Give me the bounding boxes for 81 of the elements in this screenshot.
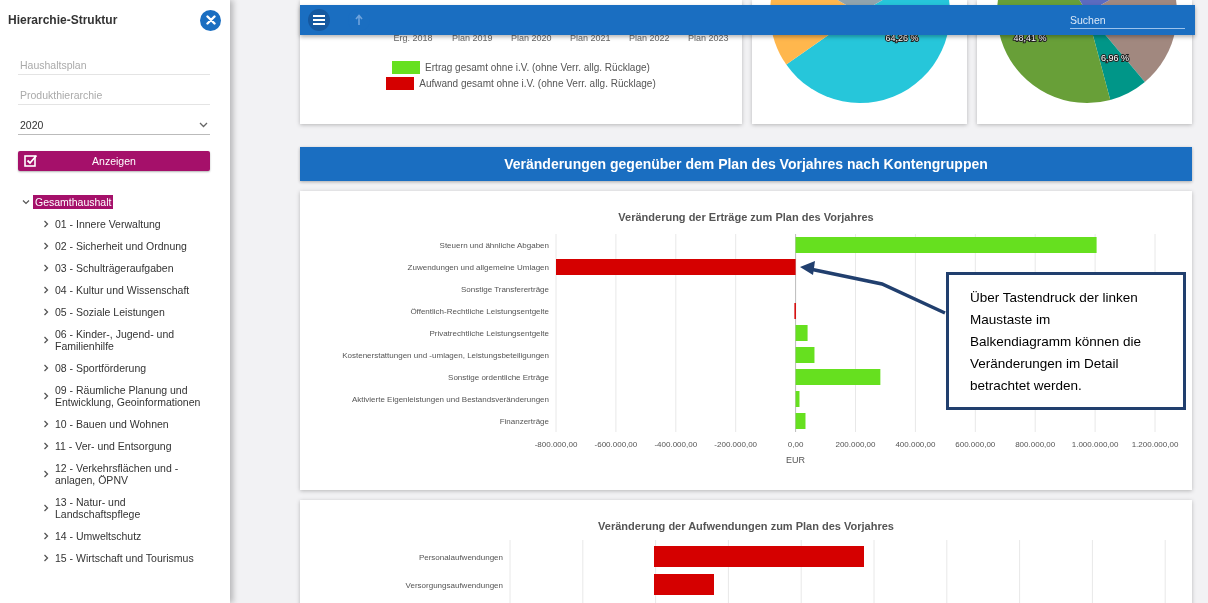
tree-item[interactable]: 13 - Natur- und Landschaftspflege [55, 496, 213, 520]
tree-item[interactable]: 06 - Kinder-, Jugend- und Familienhilfe [55, 328, 213, 352]
chevron-down-icon[interactable] [22, 198, 30, 206]
chevron-down-icon [199, 121, 208, 128]
chevron-right-icon[interactable] [42, 392, 50, 400]
tick-label: 1.200.000,00 [1131, 440, 1179, 449]
close-button[interactable] [200, 9, 221, 31]
callout-note: Über Tastendruck der linken Maustaste im Balkendiagramm können die Veränderungen im Detail betrachtet werden. [946, 272, 1186, 410]
category-label: Aktivierte Eigenleistungen und Bestandsveränderungen [351, 395, 549, 404]
up-arrow-icon [354, 14, 364, 26]
tree-item[interactable]: 15 - Wirtschaft und Tourismus [55, 552, 194, 564]
search-field[interactable]: Suchen [1070, 11, 1185, 29]
tick-label: 0,00 [787, 440, 804, 449]
panel-title: Hierarchie-Struktur [8, 13, 118, 27]
section-header: Veränderungen gegenüber dem Plan des Vorjahres nach Kontengruppen [300, 147, 1192, 181]
tick-label: -800.000,00 [534, 440, 578, 449]
axis-label: Plan 2021 [570, 33, 610, 43]
category-label: Privatrechtliche Leistungsentgelte [429, 329, 549, 338]
tick-label: 800.000,00 [1015, 440, 1056, 449]
category-label: Öffentlich-Rechtliche Leistungsentgelte [410, 307, 549, 316]
chevron-right-icon[interactable] [42, 286, 50, 294]
axis-label: Plan 2022 [629, 33, 669, 43]
tick-label: -600.000,00 [594, 440, 638, 449]
tree-item[interactable]: 02 - Sicherheit und Ordnung [55, 240, 187, 252]
tick-label: 600.000,00 [955, 440, 996, 449]
tree-item[interactable]: 11 - Ver- und Entsorgung [55, 440, 172, 452]
chevron-right-icon[interactable] [42, 470, 50, 478]
tree-item[interactable]: 04 - Kultur und Wissenschaft [55, 284, 190, 296]
category-label: Personalaufwendungen [418, 553, 503, 562]
axis-label: Plan 2020 [511, 33, 551, 43]
slice-label: 64,26 % [885, 33, 919, 43]
tick-label: 400.000,00 [895, 440, 936, 449]
chevron-right-icon[interactable] [42, 532, 50, 540]
category-label: Zuwendungen und allgemeine Umlagen [407, 263, 549, 272]
chevron-right-icon[interactable] [42, 364, 50, 372]
category-label: Sonstige Transfererträge [460, 285, 549, 294]
tick-label: 200.000,00 [835, 440, 876, 449]
axis-label: Plan 2023 [688, 33, 728, 43]
tick-label: -200.000,00 [714, 440, 758, 449]
tree-item[interactable]: 10 - Bauen und Wohnen [55, 418, 169, 430]
axis-label: Erg. 2018 [393, 33, 433, 43]
slice-label: 48,41 % [1013, 33, 1047, 43]
category-label: Sonstige ordentliche Erträge [448, 373, 549, 382]
tree-item[interactable]: 12 - Verkehrsflächen und -anlagen, ÖPNV [55, 462, 213, 486]
slice-label: 6,96 % [1101, 53, 1129, 63]
checkbox-icon [24, 154, 38, 167]
year-select[interactable]: 2020 [18, 115, 210, 135]
menu-icon [313, 15, 325, 25]
tree-item[interactable]: 05 - Soziale Leistungen [55, 306, 165, 318]
input-field[interactable]: Haushaltsplan [18, 55, 210, 75]
chevron-right-icon[interactable] [42, 242, 50, 250]
show-button[interactable]: Anzeigen [18, 151, 210, 171]
category-label: Steuern und ähnliche Abgaben [439, 241, 549, 250]
tick-label: -400.000,00 [654, 440, 698, 449]
category-label: Kostenerstattungen und -umlagen, Leistungsbeteiligungen [342, 351, 549, 360]
tree-item[interactable]: 09 - Räumliche Planung und Entwicklung, Geoinformationen [55, 384, 213, 408]
chevron-right-icon[interactable] [42, 264, 50, 272]
axis-label: Plan 2019 [452, 33, 492, 43]
axis-title: EUR [786, 455, 806, 465]
chevron-right-icon[interactable] [42, 554, 50, 562]
tree-item[interactable]: 01 - Innere Verwaltung [55, 218, 161, 230]
chevron-right-icon[interactable] [42, 220, 50, 228]
category-label: Versorgungsaufwendungen [405, 581, 503, 590]
close-icon [205, 15, 216, 25]
chevron-right-icon[interactable] [42, 420, 50, 428]
input-field[interactable]: Produkthierarchie [18, 85, 210, 105]
tree-item[interactable]: 08 - Sportförderung [55, 362, 147, 374]
category-label: Finanzerträge [499, 417, 549, 426]
tree-item[interactable]: 14 - Umweltschutz [55, 530, 142, 542]
chevron-right-icon[interactable] [42, 336, 50, 344]
tick-label: 1.000.000,00 [1071, 440, 1119, 449]
chevron-right-icon[interactable] [42, 308, 50, 316]
tree-item[interactable]: Gesamthaushalt [33, 195, 114, 209]
legend-label: Aufwand gesamt ohne i.V. (ohne Verr. allg. Rücklage) [419, 78, 656, 89]
legend-label: Ertrag gesamt ohne i.V. (ohne Verr. allg. Rücklage) [425, 62, 650, 73]
menu-button[interactable] [308, 9, 330, 31]
chevron-right-icon[interactable] [42, 504, 50, 512]
chart-title: Veränderung der Aufwendungen zum Plan des Vorjahres [598, 520, 894, 532]
chevron-right-icon[interactable] [42, 442, 50, 450]
chart-title: Veränderung der Erträge zum Plan des Vorjahres [618, 211, 874, 223]
tree-item[interactable]: 03 - Schulträgeraufgaben [55, 262, 174, 274]
